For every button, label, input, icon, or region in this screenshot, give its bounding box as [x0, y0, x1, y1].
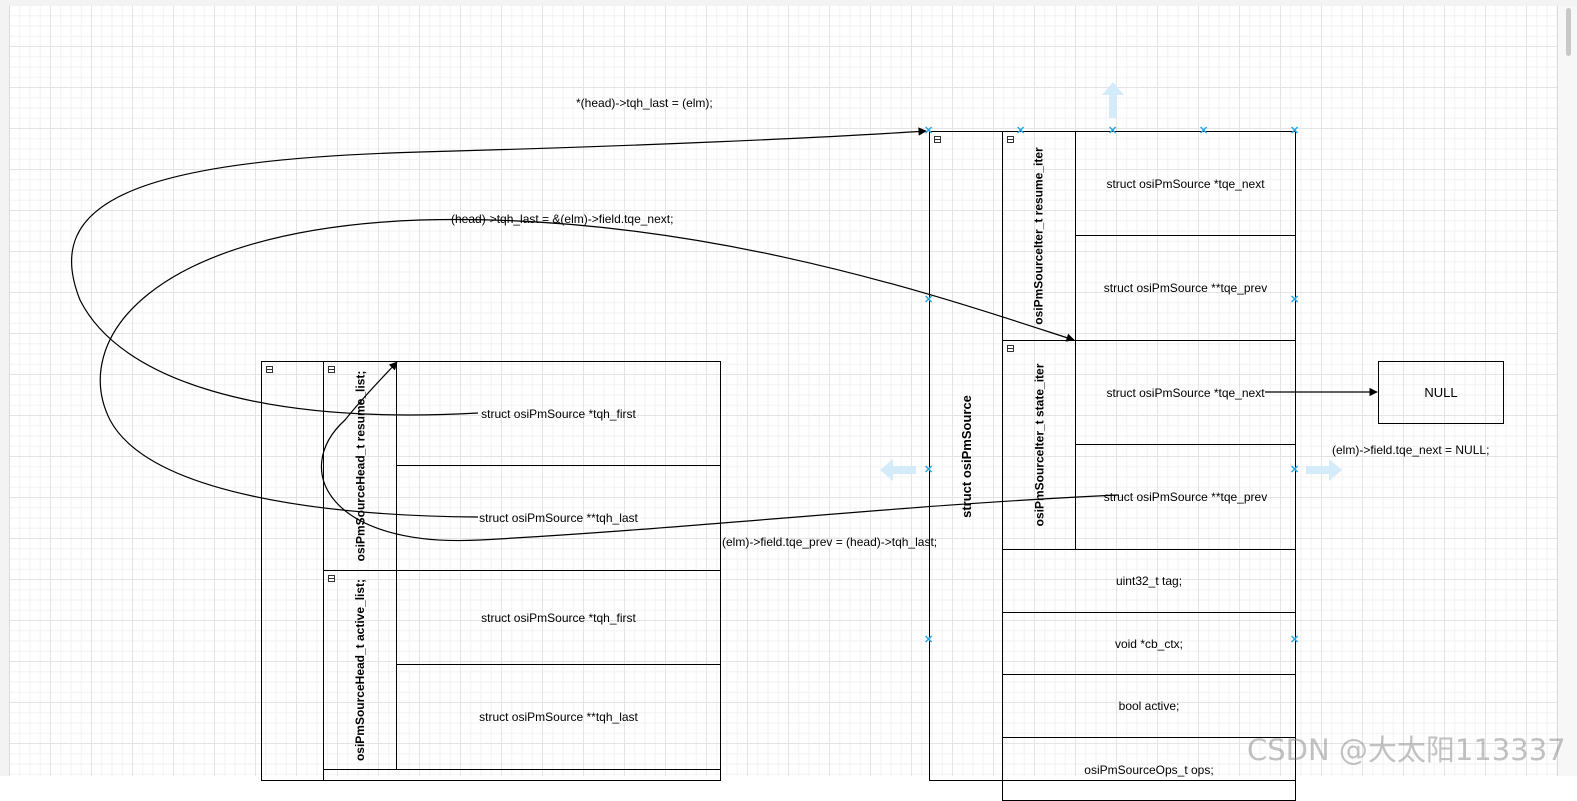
connection-point-icon[interactable]: ✕	[1199, 126, 1208, 137]
guide-arrow-right-icon[interactable]	[1306, 459, 1342, 481]
field-text: void *cb_ctx;	[1114, 636, 1184, 651]
state-iter-tqe-prev[interactable]: struct osiPmSource **tqe_prev	[1075, 444, 1296, 550]
watermark: CSDN @大太阳113337	[1247, 733, 1566, 767]
field-text: struct osiPmSource *tqe_next	[1106, 176, 1265, 191]
guide-arrow-up-icon[interactable]	[1102, 82, 1124, 118]
field-text: struct osiPmSource **tqe_prev	[1103, 281, 1268, 295]
field-text: osiPmSourceOps_t ops;	[1084, 763, 1214, 777]
connection-point-icon[interactable]: ✕	[1290, 635, 1299, 646]
scrollbar-thumb[interactable]	[1566, 8, 1571, 56]
resume-list-label: osiPmSourceHead_t resume_list;	[353, 370, 367, 562]
state-iter-label: osiPmSourceIter_t state_iter	[1032, 363, 1047, 527]
connection-point-icon[interactable]: ✕	[1108, 126, 1117, 137]
diagram-canvas[interactable]	[10, 6, 1557, 776]
struct-osipmsource-label: struct osiPmSource	[958, 394, 974, 518]
collapse-left-struct-icon[interactable]	[266, 366, 273, 373]
edge-label-tqh-last-tqe-next[interactable]: (head)->tqh_last = &(elm)->field.tqe_nex…	[451, 212, 673, 226]
field-text: struct osiPmSource **tqe_prev	[1103, 490, 1268, 504]
connection-point-icon[interactable]: ✕	[1290, 295, 1299, 306]
connection-point-icon[interactable]: ✕	[924, 126, 933, 137]
field-text: struct osiPmSource *tqh_first	[481, 610, 636, 625]
connection-point-icon[interactable]: ✕	[924, 635, 933, 646]
active-list-label: osiPmSourceHead_t active_list;	[353, 578, 368, 762]
edge-label-tqh-last-elm[interactable]: *(head)->tqh_last = (elm);	[576, 96, 713, 110]
edge-label-tqe-prev-head[interactable]: (elm)->field.tqe_prev = (head)->tqh_last…	[722, 535, 937, 549]
active-list-tqh-last[interactable]: struct osiPmSource **tqh_last	[396, 664, 721, 770]
field-cb-ctx[interactable]: void *cb_ctx;	[1002, 612, 1296, 675]
edge-label-tqe-next-null[interactable]: (elm)->field.tqe_next = NULL;	[1332, 443, 1489, 457]
field-text: bool active;	[1118, 699, 1180, 713]
null-text: NULL	[1424, 385, 1458, 400]
connection-point-icon[interactable]: ✕	[924, 465, 933, 476]
null-box[interactable]: NULL	[1378, 361, 1504, 424]
resume-list-tqh-first[interactable]: struct osiPmSource *tqh_first	[396, 361, 721, 466]
left-panel-edge	[0, 6, 10, 776]
field-text: struct osiPmSource *tqe_next	[1106, 385, 1265, 400]
resume-iter-label: osiPmSourceIter_t resume_iter	[1032, 147, 1047, 325]
field-text: struct osiPmSource **tqh_last	[479, 710, 638, 724]
resume-iter-tqe-next[interactable]: struct osiPmSource *tqe_next	[1075, 131, 1296, 236]
field-tag[interactable]: uint32_t tag;	[1002, 549, 1296, 613]
field-text: struct osiPmSource **tqh_last	[479, 511, 638, 525]
active-list-tqh-first[interactable]: struct osiPmSource *tqh_first	[396, 570, 721, 665]
resume-list-tqh-last[interactable]: struct osiPmSource **tqh_last	[396, 465, 721, 571]
connection-point-icon[interactable]: ✕	[1290, 465, 1299, 476]
resume-iter-tqe-prev[interactable]: struct osiPmSource **tqe_prev	[1075, 235, 1296, 341]
field-text: uint32_t tag;	[1115, 574, 1183, 588]
connection-point-icon[interactable]: ✕	[1290, 126, 1299, 137]
connection-point-icon[interactable]: ✕	[924, 295, 933, 306]
vertical-scrollbar[interactable]	[1557, 6, 1577, 776]
field-text: struct osiPmSource *tqh_first	[481, 406, 636, 421]
state-iter-tqe-next[interactable]: struct osiPmSource *tqe_next	[1075, 340, 1296, 445]
connection-point-icon[interactable]: ✕	[1016, 126, 1025, 137]
next-group-stub	[323, 769, 721, 781]
guide-arrow-left-icon[interactable]	[880, 459, 916, 481]
